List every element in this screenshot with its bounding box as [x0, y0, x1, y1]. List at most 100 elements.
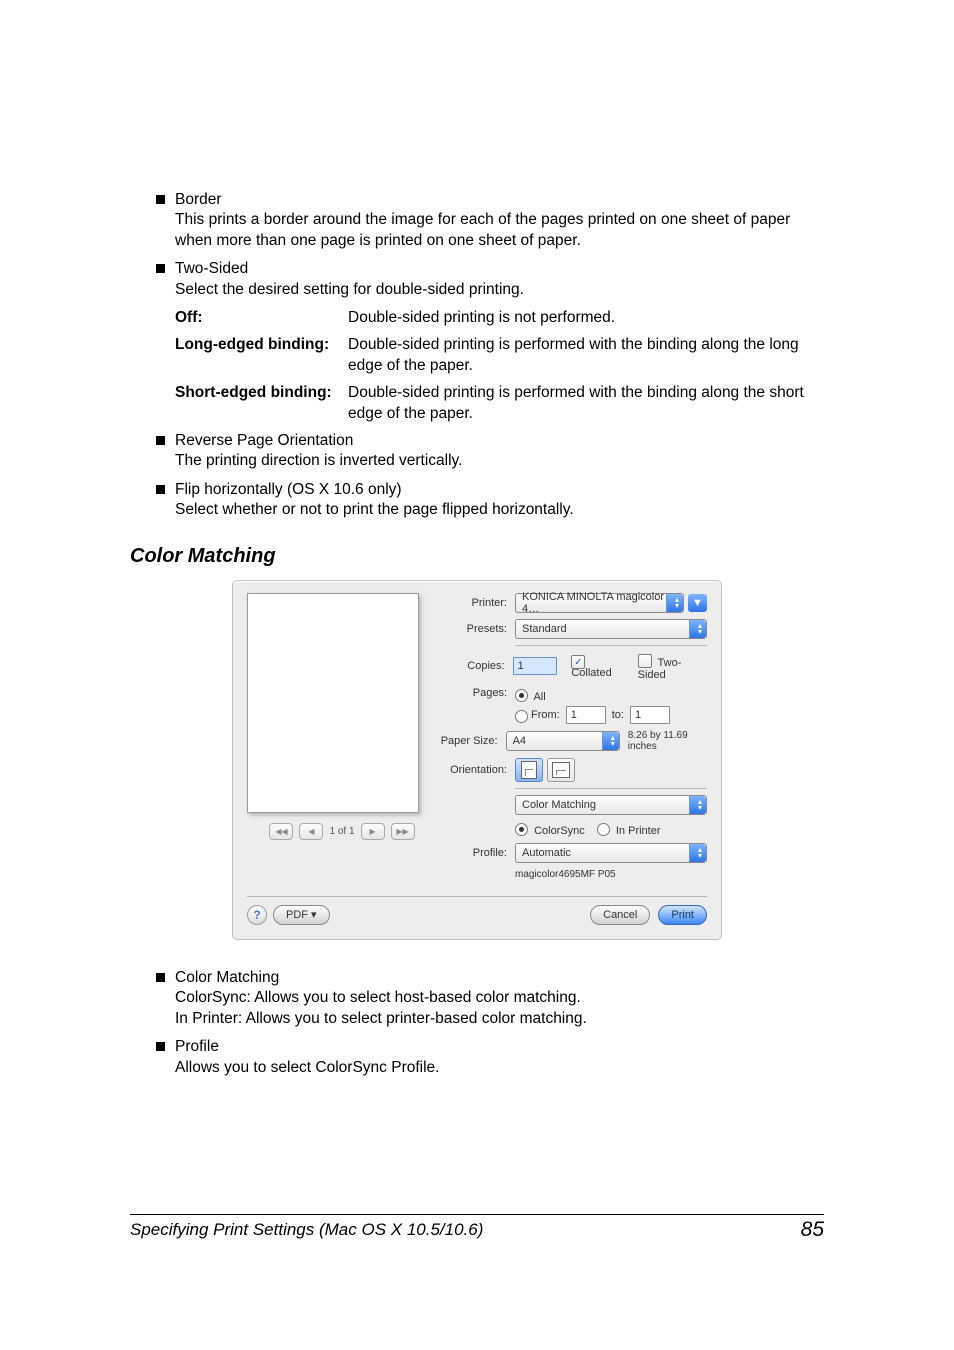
bullet-icon: [156, 195, 165, 204]
copies-input[interactable]: 1: [513, 657, 558, 675]
pages-to-input[interactable]: 1: [630, 706, 670, 724]
pages-from-label: From:: [531, 709, 560, 721]
colorsync-radio[interactable]: [515, 823, 528, 836]
bullet-twosided: Two-Sided Select the desired setting for…: [156, 259, 824, 300]
label-copies: Copies:: [437, 660, 505, 672]
bullet-colormatching-l1: ColorSync: Allows you to select host-bas…: [175, 988, 824, 1008]
chevron-updown-icon: ▴▾: [675, 597, 679, 609]
presets-dropdown[interactable]: Standard ▴▾: [515, 619, 707, 639]
def-long-body: Double-sided printing is performed with …: [348, 335, 824, 377]
pages-all-radio[interactable]: [515, 689, 528, 702]
label-orientation: Orientation:: [437, 764, 507, 776]
divider: [515, 645, 707, 646]
profile-dropdown[interactable]: Automatic ▴▾: [515, 843, 707, 863]
def-short-body: Double-sided printing is performed with …: [348, 383, 824, 425]
printer-value: KONICA MINOLTA magicolor 4…: [522, 591, 665, 615]
pages-all-label: All: [533, 691, 545, 703]
settings-section-dropdown[interactable]: Color Matching ▴▾: [515, 795, 707, 815]
pages-to-label: to:: [612, 709, 624, 721]
print-dialog: ◀◀ ◀ 1 of 1 ▶ ▶▶ Printer: KONICA MINOLTA…: [232, 580, 722, 940]
cancel-button[interactable]: Cancel: [590, 905, 650, 925]
bullet-border: Border This prints a border around the i…: [156, 190, 824, 251]
def-off-body: Double-sided printing is not performed.: [348, 308, 824, 329]
chevron-updown-icon: ▴▾: [611, 735, 615, 747]
chevron-updown-icon: ▴▾: [698, 847, 702, 859]
label-profile: Profile:: [437, 847, 507, 859]
footer-left: Specifying Print Settings (Mac OS X 10.5…: [130, 1220, 483, 1240]
bullet-icon: [156, 264, 165, 273]
chevron-updown-icon: ▴▾: [698, 799, 702, 811]
bullet-profile-title: Profile: [175, 1037, 824, 1057]
landscape-icon: [552, 762, 570, 778]
bullet-twosided-body: Select the desired setting for double-si…: [175, 280, 824, 300]
copies-value: 1: [518, 660, 524, 672]
bullet-colormatching-title: Color Matching: [175, 968, 824, 988]
chevron-updown-icon: ▴▾: [698, 623, 702, 635]
label-presets: Presets:: [437, 623, 507, 635]
bullet-reverse-body: The printing direction is inverted verti…: [175, 451, 824, 471]
pages-all-wrap[interactable]: All: [515, 687, 670, 703]
collated-checkbox[interactable]: ✓: [571, 655, 585, 669]
presets-value: Standard: [522, 623, 567, 635]
profile-sub: magicolor4695MF P05: [515, 869, 616, 880]
bullet-twosided-title: Two-Sided: [175, 259, 824, 279]
printer-dropdown[interactable]: KONICA MINOLTA magicolor 4… ▴▾: [515, 593, 684, 613]
collated-check-wrap[interactable]: ✓ Collated: [571, 653, 629, 679]
twosided-check-wrap[interactable]: Two-Sided: [638, 652, 707, 681]
paper-size-dropdown[interactable]: A4 ▴▾: [506, 731, 620, 751]
print-button[interactable]: Print: [658, 905, 707, 925]
nav-last-button[interactable]: ▶▶: [391, 823, 415, 840]
bullet-border-title: Border: [175, 190, 824, 210]
divider: [515, 788, 707, 789]
nav-next-button[interactable]: ▶: [361, 823, 385, 840]
def-long-term: Long-edged binding:: [175, 336, 329, 353]
footer-page-number: 85: [801, 1218, 824, 1242]
preview-nav: ◀◀ ◀ 1 of 1 ▶ ▶▶: [247, 823, 437, 840]
portrait-icon: [521, 761, 537, 779]
paper-value: A4: [513, 735, 526, 747]
label-pages: Pages:: [437, 687, 507, 699]
colorsync-label: ColorSync: [534, 825, 585, 837]
bullet-colormatching: Color Matching ColorSync: Allows you to …: [156, 968, 824, 1029]
page-preview: [247, 593, 419, 813]
inprinter-radio[interactable]: [597, 823, 610, 836]
pages-from-input[interactable]: 1: [566, 706, 606, 724]
pdf-button[interactable]: PDF ▾: [273, 905, 330, 925]
nav-prev-button[interactable]: ◀: [299, 823, 323, 840]
def-short-term: Short-edged binding:: [175, 384, 332, 401]
def-off-term: Off:: [175, 309, 203, 326]
bullet-reverse: Reverse Page Orientation The printing di…: [156, 431, 824, 472]
label-printer: Printer:: [437, 597, 507, 609]
bullet-flip-title: Flip horizontally (OS X 10.6 only): [175, 480, 824, 500]
bullet-flip: Flip horizontally (OS X 10.6 only) Selec…: [156, 480, 824, 521]
orientation-portrait-button[interactable]: [515, 758, 543, 782]
label-paper: Paper Size:: [437, 735, 498, 747]
nav-first-button[interactable]: ◀◀: [269, 823, 293, 840]
bullet-profile: Profile Allows you to select ColorSync P…: [156, 1037, 824, 1078]
pages-range-wrap[interactable]: From: 1 to: 1: [515, 706, 670, 724]
definition-table: Off: Double-sided printing is not perfor…: [175, 308, 824, 425]
bullet-profile-body: Allows you to select ColorSync Profile.: [175, 1058, 824, 1078]
bullet-icon: [156, 1042, 165, 1051]
nav-page-of: 1 of 1: [329, 826, 354, 837]
inprinter-radio-wrap[interactable]: In Printer: [597, 821, 661, 837]
page-footer: Specifying Print Settings (Mac OS X 10.5…: [130, 1214, 824, 1242]
divider: [247, 896, 707, 897]
bullet-flip-body: Select whether or not to print the page …: [175, 500, 824, 520]
paper-dim: 8.26 by 11.69 inches: [628, 730, 707, 752]
bullet-border-body: This prints a border around the image fo…: [175, 210, 824, 251]
bullet-icon: [156, 436, 165, 445]
bullet-reverse-title: Reverse Page Orientation: [175, 431, 824, 451]
twosided-checkbox[interactable]: [638, 654, 652, 668]
help-button[interactable]: ?: [247, 905, 267, 925]
orientation-landscape-button[interactable]: [547, 758, 575, 782]
bullet-icon: [156, 485, 165, 494]
printer-status-button[interactable]: ▼: [688, 594, 707, 612]
bullet-icon: [156, 973, 165, 982]
inprinter-label: In Printer: [616, 825, 661, 837]
section-title: Color Matching: [130, 545, 824, 568]
section-dd-value: Color Matching: [522, 799, 596, 811]
profile-value: Automatic: [522, 847, 571, 859]
colorsync-radio-wrap[interactable]: ColorSync: [515, 821, 585, 837]
pages-from-radio[interactable]: [515, 710, 528, 723]
